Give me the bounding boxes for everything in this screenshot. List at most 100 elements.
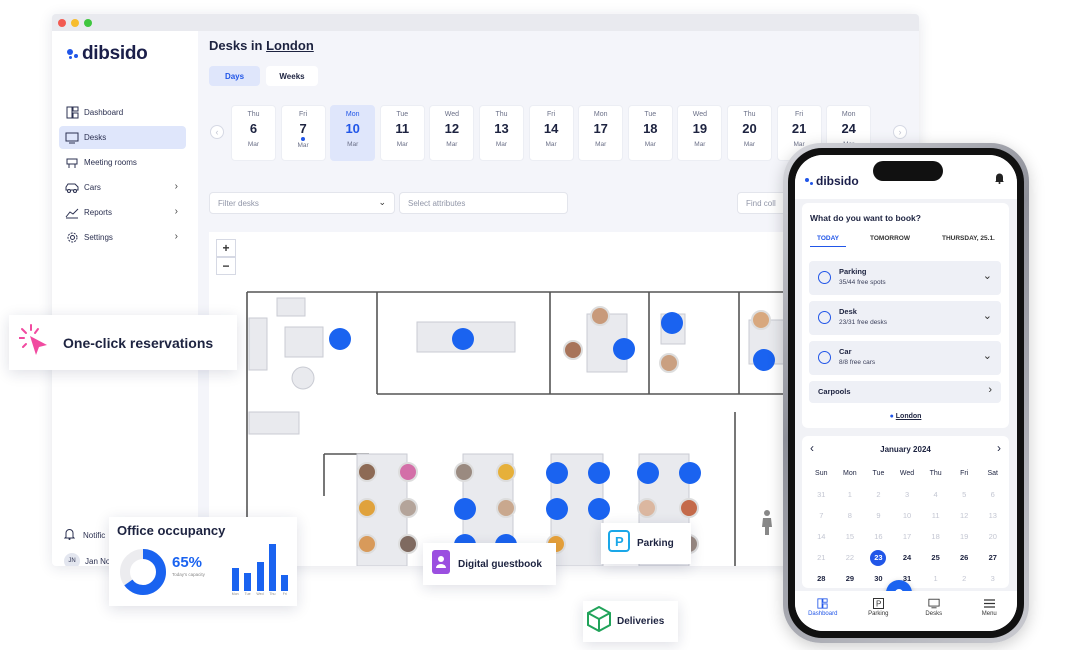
sidebar-item-meeting-rooms[interactable]: Meeting rooms	[59, 151, 186, 174]
sidebar-item-notifications[interactable]: Notific	[63, 528, 105, 542]
desk-available[interactable]	[329, 328, 351, 350]
book-desk-option[interactable]: Desk 23/31 free desks ⌄	[809, 301, 1001, 335]
desk-occupied-avatar[interactable]	[496, 498, 516, 518]
date-day: 18	[643, 121, 658, 136]
sidebar-item-reports[interactable]: Reports ›	[59, 201, 186, 224]
sidebar-item-dashboard[interactable]: Dashboard	[59, 101, 186, 124]
calendar-next-button[interactable]: ›	[997, 441, 1001, 455]
tab-dashboard[interactable]: Dashboard	[795, 591, 851, 631]
book-car-option[interactable]: Car 8/8 free cars ⌄	[809, 341, 1001, 375]
date-20[interactable]: Thu 20 Mar	[727, 105, 772, 161]
desk-available[interactable]	[454, 498, 476, 520]
desk-occupied-avatar[interactable]	[637, 498, 657, 518]
desk-available[interactable]	[679, 462, 701, 484]
desk-occupied-avatar[interactable]	[357, 534, 377, 554]
tab-parking[interactable]: P Parking	[851, 591, 907, 631]
desk-available[interactable]	[452, 328, 474, 350]
booking-indicator-dot	[301, 137, 306, 141]
tab-desks[interactable]: Desks	[906, 591, 962, 631]
phone-screen: dibsido What do you want to book? TODAY …	[795, 155, 1017, 631]
brand-logo[interactable]: dibsido	[66, 43, 148, 65]
dates-next-button[interactable]: ›	[893, 125, 907, 139]
calendar-day[interactable]: 27	[978, 553, 1007, 562]
booking-card: What do you want to book? TODAY TOMORROW…	[802, 203, 1009, 428]
desk-occupied-avatar[interactable]	[398, 498, 418, 518]
desk-occupied-avatar[interactable]	[398, 462, 418, 482]
calendar-day[interactable]: 24	[893, 553, 922, 562]
desk-available[interactable]	[588, 462, 610, 484]
date-day: 24	[841, 121, 856, 136]
desk-occupied-avatar[interactable]	[659, 353, 679, 373]
close-window-button[interactable]	[58, 18, 66, 27]
location-selector[interactable]: ● London	[802, 413, 1009, 420]
carpools-option[interactable]: Carpools ›	[809, 381, 1001, 403]
date-12[interactable]: Wed 12 Mar	[429, 105, 475, 161]
calendar-day[interactable]: 29	[836, 574, 865, 583]
bell-icon[interactable]	[994, 171, 1005, 189]
calendar-day[interactable]: 28	[807, 574, 836, 583]
date-day: 12	[444, 121, 460, 136]
desk-occupied-avatar[interactable]	[751, 310, 771, 330]
desk-occupied-avatar[interactable]	[563, 340, 583, 360]
calendar-day[interactable]: 26	[950, 553, 979, 562]
desk-occupied-avatar[interactable]	[357, 498, 377, 518]
sidebar-item-settings[interactable]: Settings ›	[59, 226, 186, 249]
date-weekday: Fri	[795, 111, 804, 118]
calendar-day[interactable]: 30	[864, 574, 893, 583]
tab-tomorrow[interactable]: TOMORROW	[870, 235, 910, 242]
calendar-day[interactable]: 23	[864, 549, 893, 566]
tab-today[interactable]: TODAY	[810, 235, 846, 247]
date-13[interactable]: Thu 13 Mar	[479, 105, 524, 161]
find-colleague-placeholder: Find coll	[746, 198, 776, 208]
calendar-day[interactable]: 25	[921, 553, 950, 562]
date-weekday: Tue	[644, 111, 657, 118]
desk-available[interactable]	[588, 498, 610, 520]
phone-header: dibsido	[795, 155, 1017, 199]
view-toggle-days[interactable]: Days	[209, 66, 260, 86]
occupancy-bar-label: Thu	[269, 592, 276, 596]
guestbook-icon	[431, 549, 451, 580]
date-17[interactable]: Mon 17 Mar	[578, 105, 624, 161]
book-parking-option[interactable]: Parking 35/44 free spots ⌄	[809, 261, 1001, 295]
view-toggle-weeks[interactable]: Weeks	[266, 66, 318, 86]
click-cursor-icon	[18, 323, 51, 362]
calendar-weekday: Thu	[929, 470, 942, 477]
desk-occupied-avatar[interactable]	[357, 462, 377, 482]
desk-occupied-avatar[interactable]	[496, 462, 516, 482]
desk-available[interactable]	[661, 312, 683, 334]
date-7[interactable]: Fri 7 Mar	[280, 105, 326, 161]
sidebar-item-cars[interactable]: Cars ›	[59, 176, 186, 199]
tab-menu[interactable]: Menu	[962, 591, 1018, 631]
desk-occupied-avatar[interactable]	[590, 306, 610, 326]
date-weekday: Fri	[299, 111, 308, 118]
date-11[interactable]: Tue 11 Mar	[379, 105, 425, 161]
desk-occupied-avatar[interactable]	[398, 534, 418, 554]
city-selector[interactable]: London	[266, 38, 314, 53]
desk-available[interactable]	[753, 349, 775, 371]
date-19[interactable]: Wed 19 Mar	[677, 105, 723, 161]
chevron-right-icon: ›	[174, 181, 178, 192]
desk-available[interactable]	[613, 338, 635, 360]
parking-icon: P	[851, 598, 907, 611]
desk-available[interactable]	[637, 462, 659, 484]
date-10[interactable]: Mon 10 Mar	[330, 105, 376, 161]
desk-occupied-avatar[interactable]	[679, 498, 699, 518]
filter-desks-select[interactable]: Filter desks ⌄	[209, 192, 395, 214]
minimize-window-button[interactable]	[71, 18, 79, 27]
date-6[interactable]: Thu 6 Mar	[231, 105, 276, 161]
desk-available[interactable]	[546, 462, 568, 484]
phone-mockup: dibsido What do you want to book? TODAY …	[783, 143, 1029, 643]
phone-brand-logo[interactable]: dibsido	[805, 174, 859, 188]
desk-occupied-avatar[interactable]	[454, 462, 474, 482]
select-attributes-input[interactable]: Select attributes	[399, 192, 568, 214]
date-18[interactable]: Tue 18 Mar	[627, 105, 673, 161]
user-menu[interactable]: JN Jan No	[64, 553, 110, 566]
user-name: Jan No	[85, 556, 111, 566]
date-14[interactable]: Fri 14 Mar	[528, 105, 574, 161]
car-icon	[65, 182, 79, 194]
tab-thursday[interactable]: THURSDAY, 25.1.	[942, 235, 995, 242]
maximize-window-button[interactable]	[84, 18, 92, 27]
sidebar-item-desks[interactable]: Desks	[59, 126, 186, 149]
dates-prev-button[interactable]: ‹	[210, 125, 224, 139]
desk-available[interactable]	[546, 498, 568, 520]
